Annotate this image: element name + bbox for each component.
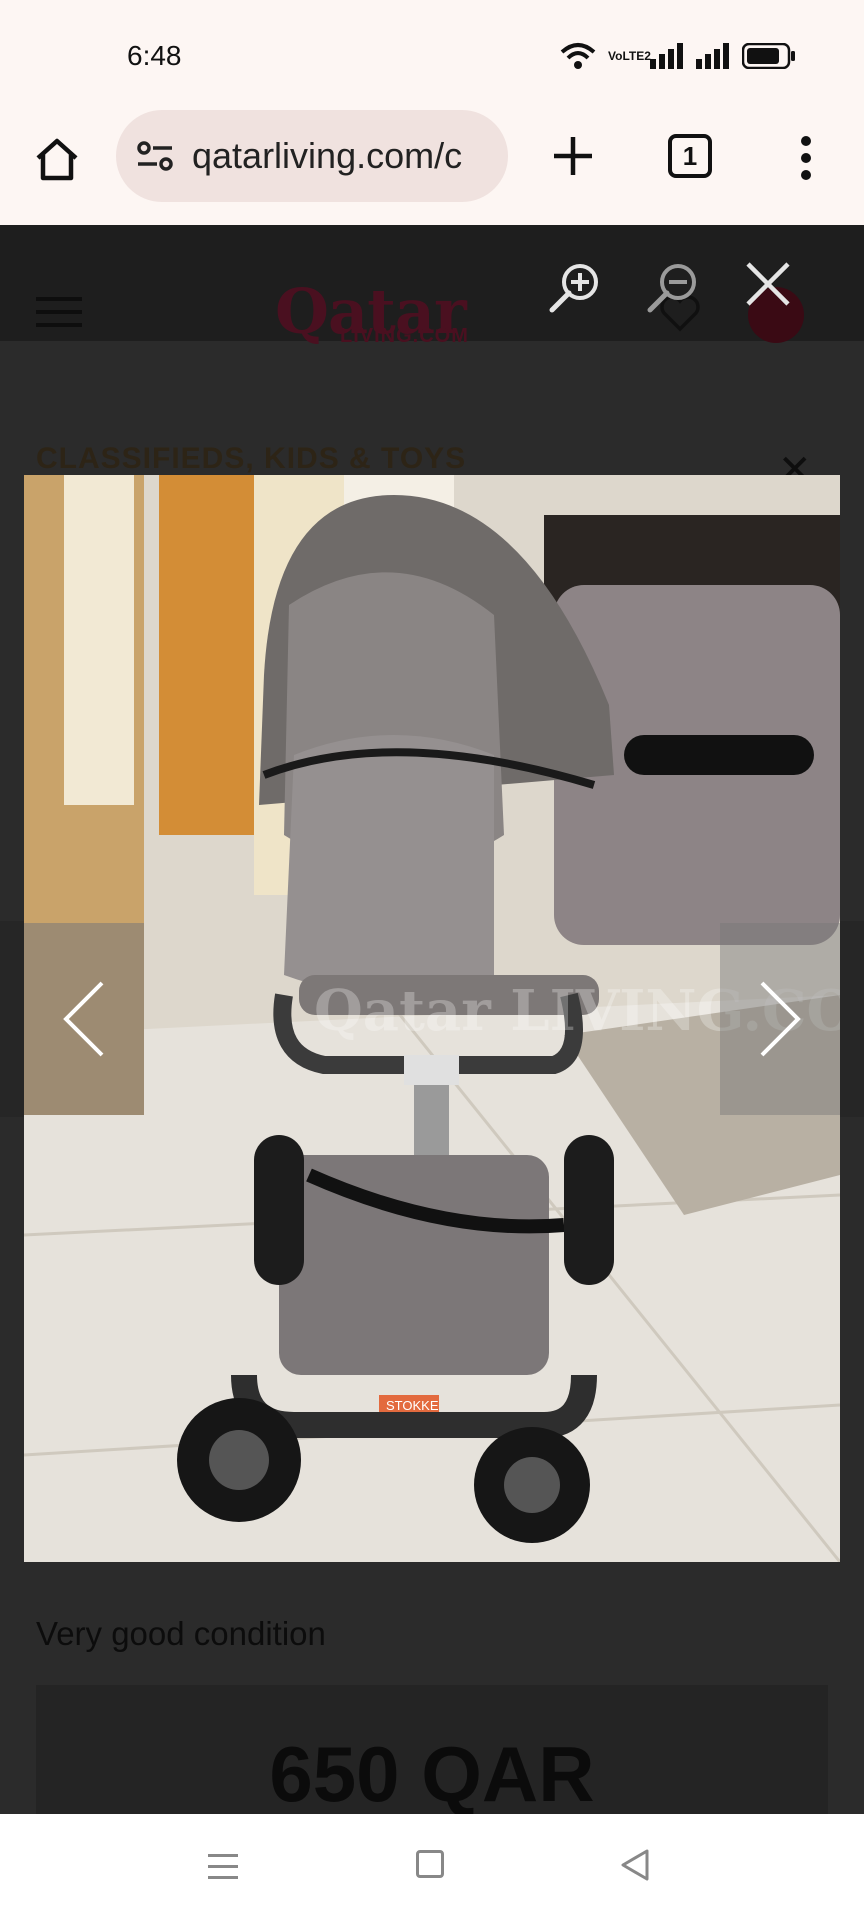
recents-icon[interactable] <box>208 1854 238 1887</box>
status-icons: VoLTE2 <box>560 42 796 70</box>
chevron-right-icon <box>760 981 801 1057</box>
chevron-left-icon <box>63 981 104 1057</box>
previous-image-button[interactable] <box>24 923 144 1115</box>
wifi-icon <box>560 43 596 69</box>
tab-switcher-button[interactable]: 1 <box>668 134 712 178</box>
volte-icon: VoLTE2 <box>608 49 651 63</box>
more-vert-icon <box>801 136 811 180</box>
listing-photo[interactable]: STOKKE Qatar LIVING.COM <box>24 475 840 1562</box>
zoom-in-icon[interactable] <box>546 258 604 316</box>
listing-description: Very good condition <box>36 1615 326 1652</box>
system-nav-bar <box>0 1814 864 1920</box>
brand-tag: STOKKE <box>386 1398 439 1413</box>
address-bar[interactable]: qatarliving.com/c <box>116 110 508 202</box>
screen: 6:48 VoLTE2 qatarliving.com/c 1 Qatar LI… <box>0 0 864 1920</box>
next-image-button[interactable] <box>720 923 840 1115</box>
listing-price: 650 QAR <box>269 1730 595 1818</box>
site-settings-icon[interactable] <box>136 139 174 173</box>
new-tab-button[interactable] <box>545 128 601 184</box>
plus-icon <box>554 137 592 175</box>
status-time: 6:48 <box>127 40 182 71</box>
site-menu-icon <box>36 297 82 336</box>
browser-menu-button[interactable] <box>786 128 826 188</box>
category-breadcrumb: CLASSIFIEDS, KIDS & TOYS <box>36 442 467 475</box>
home-square-icon[interactable] <box>416 1850 444 1878</box>
stroller-photo-illustration: STOKKE Qatar LIVING.COM <box>24 475 840 1562</box>
home-button[interactable] <box>28 130 86 188</box>
site-header: Qatar LIVING.COM <box>0 225 864 348</box>
site-logo-sub: LIVING.COM <box>340 325 469 347</box>
zoom-out-icon[interactable] <box>644 258 702 316</box>
url-text[interactable]: qatarliving.com/c <box>192 135 492 177</box>
status-bar: 6:48 VoLTE2 <box>0 0 864 110</box>
signal-icon <box>650 43 683 69</box>
price-box: 650 QAR <box>36 1685 828 1818</box>
back-triangle-icon[interactable] <box>620 1848 650 1882</box>
battery-icon <box>742 43 795 69</box>
home-icon <box>36 138 78 181</box>
browser-toolbar: qatarliving.com/c 1 <box>0 110 864 225</box>
close-icon[interactable] <box>742 258 794 310</box>
signal-icon <box>696 43 729 69</box>
